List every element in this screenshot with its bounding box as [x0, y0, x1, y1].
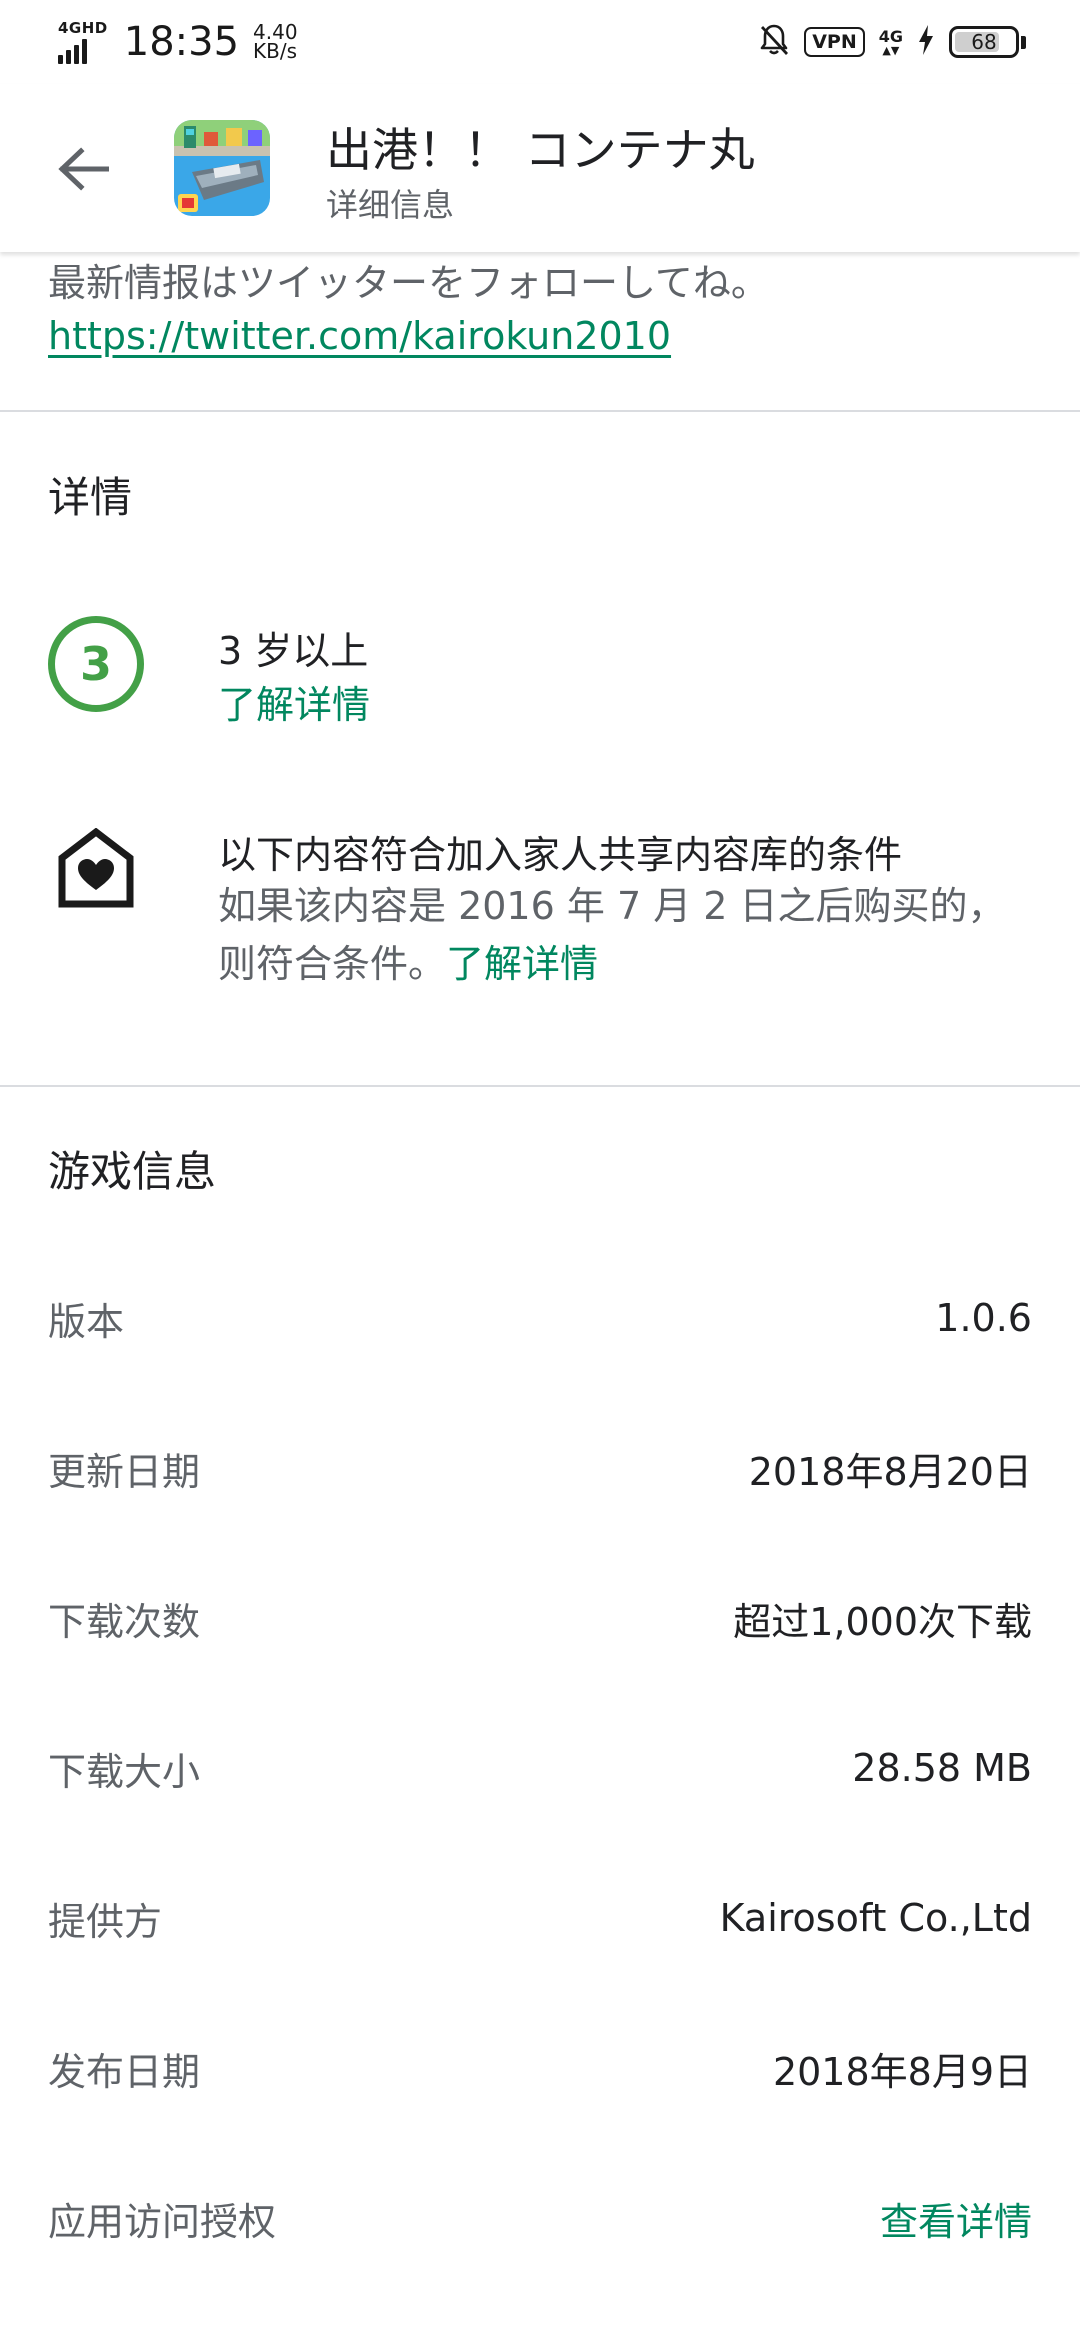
info-label: 应用访问授权 [48, 2199, 277, 2244]
charging-icon [917, 24, 935, 60]
back-button[interactable] [48, 134, 118, 204]
back-arrow-icon [58, 147, 109, 191]
rating-badge-number: 3 [79, 637, 112, 691]
family-library-title: 以下内容符合加入家人共享内容库的条件 [218, 833, 903, 877]
divider [0, 1085, 1080, 1087]
info-label: 下载次数 [48, 1599, 201, 1644]
network-4g: 4G ▲▼ [878, 26, 903, 57]
family-learn-more-link[interactable]: 了解详情 [446, 942, 598, 986]
battery-level: 68 [971, 30, 997, 54]
info-row-size: 下载大小 28.58 MB [48, 1738, 1032, 1798]
info-row-downloads: 下载次数 超过1,000次下载 [48, 1588, 1032, 1648]
app-details-screen: 4GHD 18:35 4.40 KB/s VPN 4G ▲▼ 68 出港！！ コ… [0, 0, 1080, 2340]
divider [0, 410, 1080, 412]
info-value: 2018年8月20日 [748, 1449, 1032, 1494]
details-heading: 详情 [48, 473, 133, 522]
network-4g-label: 4G [878, 26, 903, 46]
info-label: 发布日期 [48, 2049, 201, 2094]
description-text: 最新情报はツイッターをフォローしてね。 [48, 261, 769, 305]
signal-icon: 4GHD [58, 18, 108, 64]
info-label: 提供方 [48, 1899, 163, 1944]
app-title: 出港！！ コンテナ丸 [326, 123, 755, 177]
network-speed: 4.40 KB/s [253, 22, 298, 63]
family-library-body: 如果该内容是 2016 年 7 月 2 日之后购买的，则符合条件。了解详情 [218, 877, 1018, 993]
twitter-link[interactable]: https://twitter.com/kairokun2010 [48, 314, 671, 358]
info-row-released: 发布日期 2018年8月9日 [48, 2038, 1032, 2098]
info-row-updated: 更新日期 2018年8月20日 [48, 1438, 1032, 1498]
game-info-heading: 游戏信息 [48, 1147, 217, 1196]
family-library-icon [58, 827, 134, 908]
family-library-description: 如果该内容是 2016 年 7 月 2 日之后购买的，则符合条件。 [218, 884, 1006, 986]
info-row-version: 版本 1.0.6 [48, 1288, 1032, 1348]
app-subtitle: 详细信息 [326, 186, 455, 224]
battery-icon: 68 [949, 26, 1026, 58]
info-value: 2018年8月9日 [772, 2049, 1032, 2094]
info-label: 更新日期 [48, 1449, 201, 1494]
permissions-details-link[interactable]: 查看详情 [880, 2191, 1032, 2246]
info-row-provider: 提供方 Kairosoft Co.,Ltd [48, 1888, 1032, 1948]
info-label: 下载大小 [48, 1749, 201, 1794]
info-value: Kairosoft Co.,Ltd [719, 1896, 1032, 1940]
rating-learn-more-link[interactable]: 了解详情 [218, 674, 370, 729]
vpn-badge: VPN [804, 27, 865, 57]
info-row-permissions: 应用访问授权 查看详情 [48, 2188, 1032, 2248]
status-left: 4GHD 18:35 4.40 KB/s [58, 19, 298, 65]
speed-unit: KB/s [253, 39, 298, 63]
app-icon [174, 120, 270, 216]
clock: 18:35 [123, 19, 240, 65]
app-bar: 出港！！ コンテナ丸 详细信息 [0, 84, 1080, 252]
info-value: 1.0.6 [935, 1296, 1032, 1340]
status-right: VPN 4G ▲▼ 68 [758, 23, 1026, 61]
rating-label: 3 岁以上 [218, 629, 369, 673]
network-type: 4GHD [58, 18, 108, 37]
mute-icon [758, 23, 790, 61]
info-value: 超过1,000次下载 [733, 1599, 1032, 1644]
status-bar: 4GHD 18:35 4.40 KB/s VPN 4G ▲▼ 68 [0, 0, 1080, 84]
rating-3-icon: 3 [48, 616, 144, 712]
info-value: 28.58 MB [852, 1746, 1032, 1790]
info-label: 版本 [48, 1299, 125, 1344]
